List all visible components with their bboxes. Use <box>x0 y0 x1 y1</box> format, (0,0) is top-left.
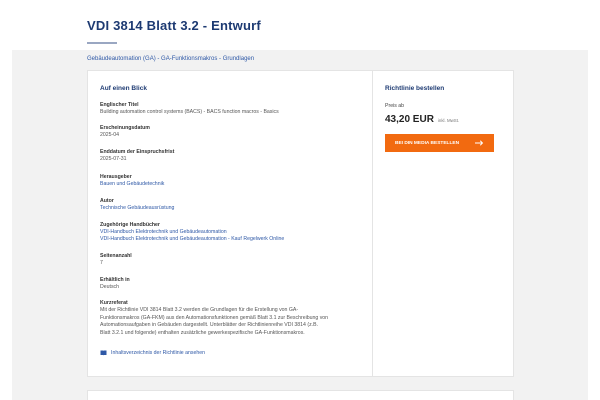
field-abstract: Kurzreferat Mit der Richtlinie VDI 3814 … <box>100 300 365 337</box>
price-label: Preis ab <box>385 103 405 109</box>
author-link[interactable]: Technische Gebäudeausrüstung <box>100 205 365 212</box>
field-page-count: Seitenanzahl 7 <box>100 253 365 267</box>
field-value: 2025-07-31 <box>100 156 127 162</box>
abstract-line: Blatt 3.2.1 und folgende) enthalten zusä… <box>100 329 305 336</box>
page-title: VDI 3814 Blatt 3.2 - Entwurf <box>87 18 261 33</box>
vat-note: inkl. MwSt. <box>437 118 460 123</box>
field-label: Zugehörige Handbücher <box>100 222 160 228</box>
price-value: 43,20 EUR <box>385 114 434 125</box>
field-value: Deutsch <box>100 284 120 290</box>
field-label: Erscheinungsdatum <box>100 125 150 131</box>
abstract-line: Automationsaufgaben in Gebäuden dargeste… <box>100 322 319 329</box>
field-label: Englischer Titel <box>100 102 139 108</box>
next-card <box>87 390 514 400</box>
abstract-line: Funktionsmakros (GA-FKM) aus den Automat… <box>100 314 329 321</box>
overview-heading: Auf einen Blick <box>100 85 147 92</box>
field-publisher: Herausgeber Bauen und Gebäudetechnik <box>100 174 365 188</box>
order-panel: Richtlinie bestellen Preis ab 43,20 EUR … <box>373 71 515 376</box>
abstract-text: Mit der Richtlinie VDI 3814 Blatt 3.2 we… <box>100 307 362 337</box>
field-available-in: Erhältlich in Deutsch <box>100 277 365 291</box>
handbook-link[interactable]: VDI-Handbuch Elektrotechnik und Gebäudea… <box>100 236 365 243</box>
price-row: 43,20 EUR inkl. MwSt. <box>385 114 459 125</box>
field-value: 2025-04 <box>100 132 120 138</box>
field-value: 7 <box>100 260 103 266</box>
field-label: Erhältlich in <box>100 277 130 283</box>
field-label: Enddatum der Einspruchsfrist <box>100 149 175 155</box>
field-handbooks: Zugehörige Handbücher VDI-Handbuch Elekt… <box>100 222 365 243</box>
field-author: Autor Technische Gebäudeausrüstung <box>100 198 365 212</box>
overview-panel: Auf einen Blick Englischer Titel Buildin… <box>88 71 373 376</box>
field-publication-date: Erscheinungsdatum 2025-04 <box>100 125 365 139</box>
abstract-label: Kurzreferat <box>100 300 128 306</box>
abstract-line: Mit der Richtlinie VDI 3814 Blatt 3.2 we… <box>100 307 299 313</box>
field-label: Autor <box>100 198 114 204</box>
arrow-right-icon <box>475 140 484 146</box>
title-underline <box>87 42 117 44</box>
field-value: Building automation control systems (BAC… <box>100 109 279 115</box>
order-button-label: BEI DIN MEDIA BESTELLEN <box>395 140 460 146</box>
detail-card: Auf einen Blick Englischer Titel Buildin… <box>87 70 514 377</box>
order-button[interactable]: BEI DIN MEDIA BESTELLEN <box>385 134 494 152</box>
field-label: Herausgeber <box>100 174 132 180</box>
toc-link[interactable]: Inhaltsverzeichnis der Richtlinie ansehe… <box>100 350 205 356</box>
field-label: Seitenanzahl <box>100 253 132 259</box>
toc-link-label[interactable]: Inhaltsverzeichnis der Richtlinie ansehe… <box>111 350 205 356</box>
breadcrumb[interactable]: Gebäudeautomation (GA) - GA-Funktionsmak… <box>87 56 254 62</box>
order-heading: Richtlinie bestellen <box>385 85 445 92</box>
field-objection-deadline: Enddatum der Einspruchsfrist 2025-07-31 <box>100 149 365 163</box>
handbook-link[interactable]: VDI-Handbuch Elektrotechnik und Gebäudea… <box>100 229 365 236</box>
book-icon <box>100 350 107 356</box>
publisher-link[interactable]: Bauen und Gebäudetechnik <box>100 181 365 188</box>
field-english-title: Englischer Titel Building automation con… <box>100 102 365 116</box>
